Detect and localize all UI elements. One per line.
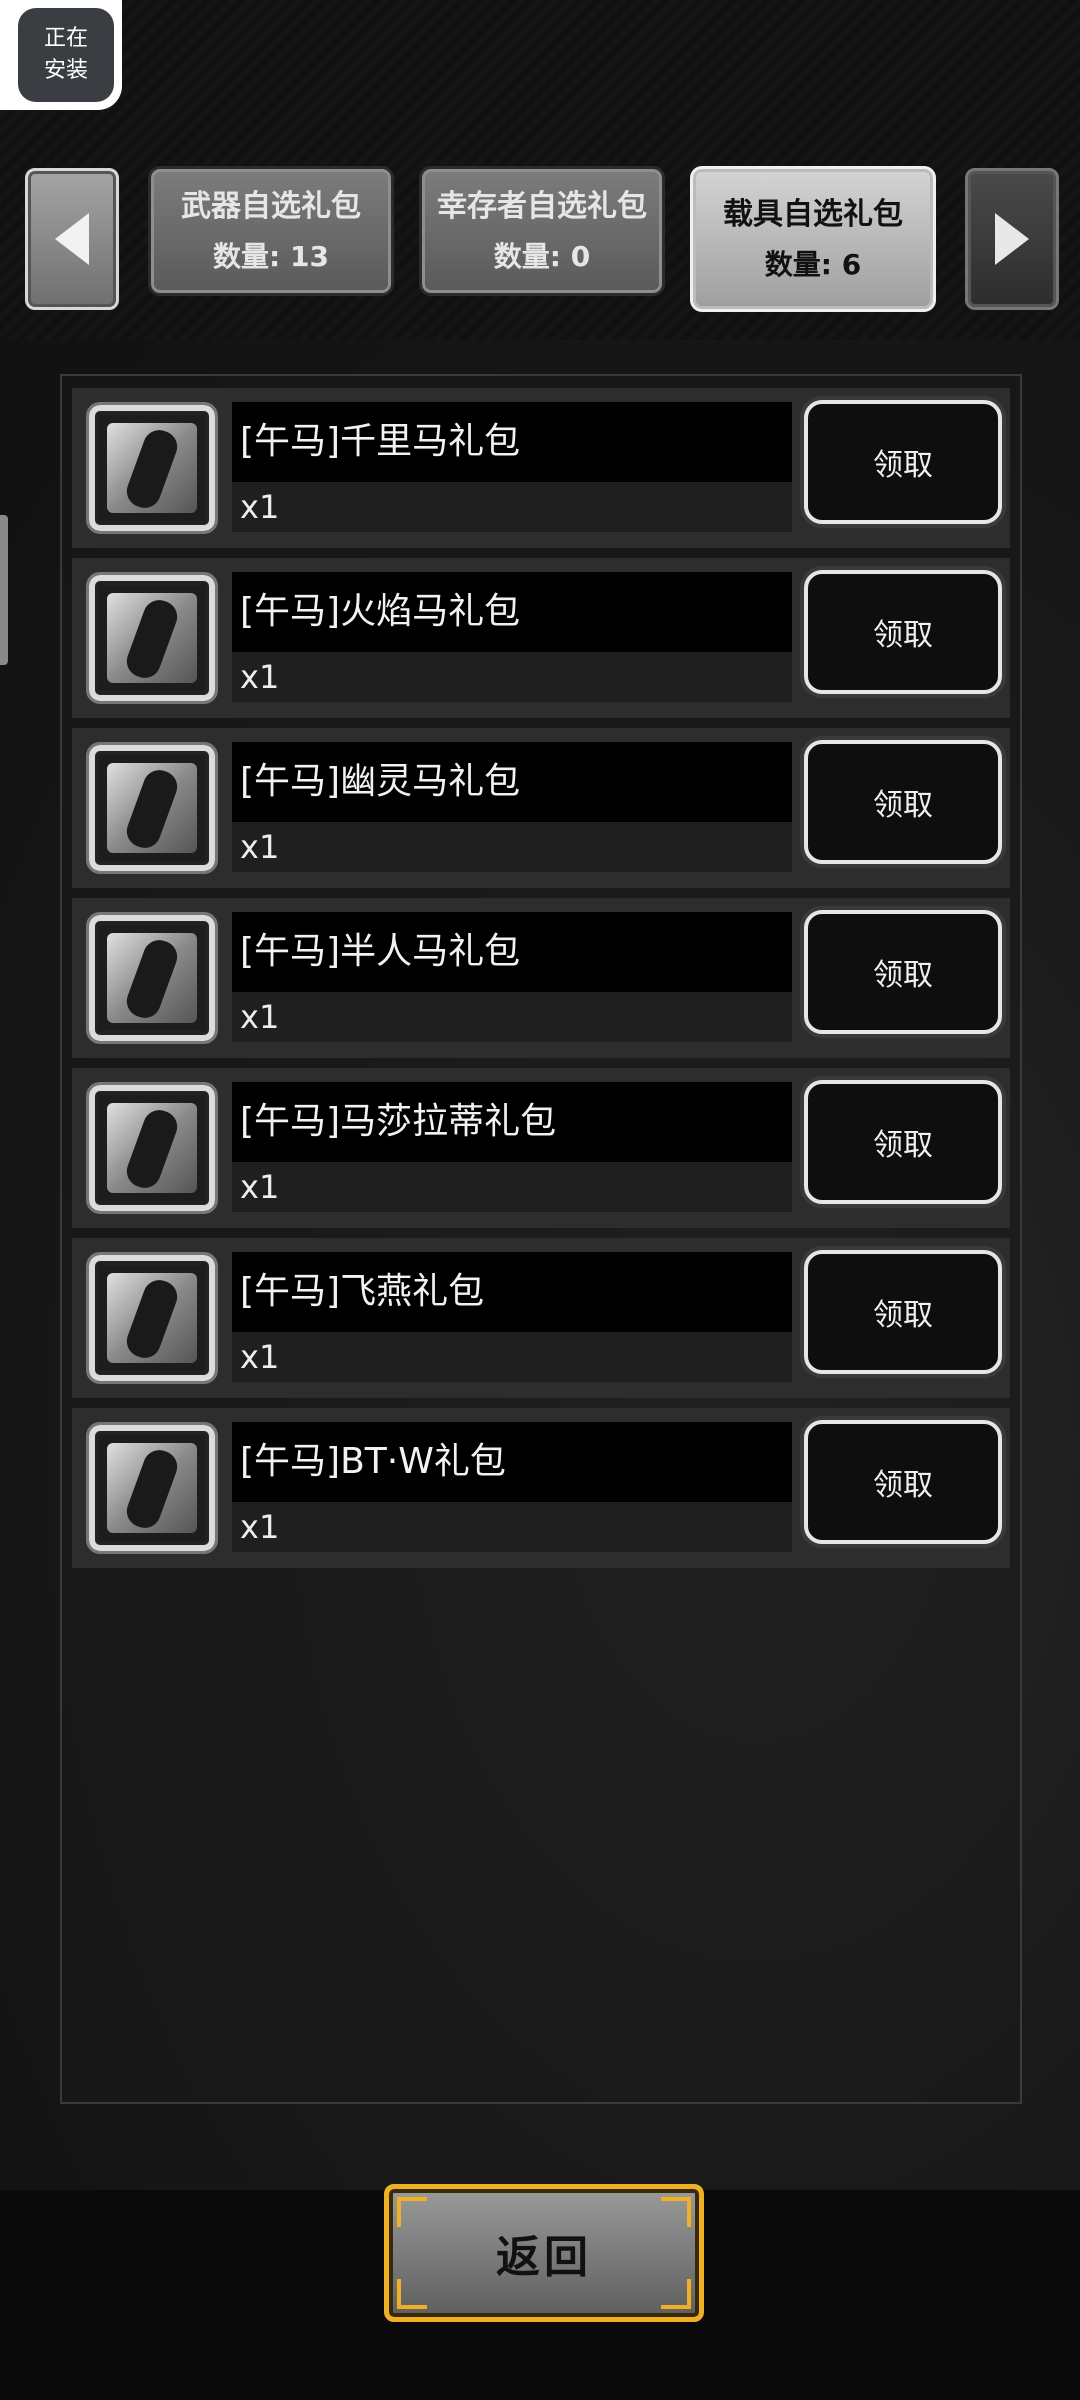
item-name-box: [午马]半人马礼包 — [232, 912, 792, 992]
item-qty-box: x1 — [232, 992, 792, 1042]
item-thumbnail — [86, 912, 218, 1044]
next-tab-button[interactable] — [965, 168, 1059, 310]
item-name-box: [午马]千里马礼包 — [232, 402, 792, 482]
install-line2: 安装 — [43, 58, 88, 83]
item-qty: x1 — [240, 658, 280, 696]
centaur-icon — [107, 933, 197, 1023]
tab-weapon-pack[interactable]: 武器自选礼包 数量: 13 — [148, 166, 394, 296]
list-item: [午马]半人马礼包 x1 领取 — [72, 898, 1010, 1058]
item-name: [午马]马莎拉蒂礼包 — [240, 1101, 557, 1142]
installing-badge[interactable]: 正在 安装 — [0, 0, 122, 110]
claim-button[interactable]: 领取 — [804, 910, 1002, 1034]
item-qty-box: x1 — [232, 1332, 792, 1382]
tab-vehicle-pack[interactable]: 载具自选礼包 数量: 6 — [690, 166, 936, 312]
item-qty-box: x1 — [232, 822, 792, 872]
item-qty-box: x1 — [232, 652, 792, 702]
item-qty-box: x1 — [232, 1502, 792, 1552]
item-thumbnail — [86, 1082, 218, 1214]
chevron-left-icon — [55, 213, 89, 265]
item-qty: x1 — [240, 828, 280, 866]
back-button-label: 返回 — [496, 2232, 592, 2283]
item-name: [午马]千里马礼包 — [240, 421, 521, 462]
claim-button[interactable]: 领取 — [804, 570, 1002, 694]
item-qty: x1 — [240, 488, 280, 526]
corner-ornament — [661, 2197, 691, 2227]
ghost-horse-icon — [107, 763, 197, 853]
claim-button[interactable]: 领取 — [804, 1420, 1002, 1544]
claim-button[interactable]: 领取 — [804, 1250, 1002, 1374]
tab-count: 数量: 6 — [764, 248, 862, 281]
item-thumbnail — [86, 1422, 218, 1554]
item-qty: x1 — [240, 1168, 280, 1206]
mech-bike-icon — [107, 1443, 197, 1533]
item-name: [午马]BT·W礼包 — [240, 1441, 506, 1482]
claim-button[interactable]: 领取 — [804, 740, 1002, 864]
sports-car-icon — [107, 1103, 197, 1193]
item-name: [午马]半人马礼包 — [240, 931, 521, 972]
tab-count: 数量: 13 — [213, 240, 329, 273]
prev-tab-button[interactable] — [25, 168, 119, 310]
item-name-box: [午马]飞燕礼包 — [232, 1252, 792, 1332]
gift-pack-list: [午马]千里马礼包 x1 领取 [午马]火焰马礼包 x1 领取 [午马]幽灵马礼… — [60, 374, 1022, 2104]
corner-ornament — [397, 2279, 427, 2309]
tab-survivor-pack[interactable]: 幸存者自选礼包 数量: 0 — [419, 166, 665, 296]
list-item: [午马]飞燕礼包 x1 领取 — [72, 1238, 1010, 1398]
item-thumbnail — [86, 572, 218, 704]
item-qty-box: x1 — [232, 482, 792, 532]
item-name-box: [午马]BT·W礼包 — [232, 1422, 792, 1502]
item-name-box: [午马]幽灵马礼包 — [232, 742, 792, 822]
list-item: [午马]BT·W礼包 x1 领取 — [72, 1408, 1010, 1568]
tab-label: 武器自选礼包 — [181, 189, 361, 224]
item-qty: x1 — [240, 998, 280, 1036]
installing-app-icon: 正在 安装 — [18, 8, 114, 102]
corner-ornament — [661, 2279, 691, 2309]
item-thumbnail — [86, 402, 218, 534]
item-name-box: [午马]火焰马礼包 — [232, 572, 792, 652]
horse-vehicle-icon — [107, 423, 197, 513]
back-button[interactable]: 返回 — [384, 2184, 704, 2322]
list-item: [午马]马莎拉蒂礼包 x1 领取 — [72, 1068, 1010, 1228]
item-qty: x1 — [240, 1508, 280, 1546]
item-thumbnail — [86, 742, 218, 874]
tab-label: 载具自选礼包 — [723, 197, 903, 232]
list-item: [午马]火焰马礼包 x1 领取 — [72, 558, 1010, 718]
item-name-box: [午马]马莎拉蒂礼包 — [232, 1082, 792, 1162]
list-item: [午马]千里马礼包 x1 领取 — [72, 388, 1010, 548]
item-thumbnail — [86, 1252, 218, 1384]
item-qty-box: x1 — [232, 1162, 792, 1212]
item-name: [午马]幽灵马礼包 — [240, 761, 521, 802]
motorbike-icon — [107, 1273, 197, 1363]
tab-count: 数量: 0 — [493, 240, 591, 273]
item-name: [午马]火焰马礼包 — [240, 591, 521, 632]
flame-horse-icon — [107, 593, 197, 683]
install-line1: 正在 — [43, 26, 88, 51]
list-item: [午马]幽灵马礼包 x1 领取 — [72, 728, 1010, 888]
claim-button[interactable]: 领取 — [804, 400, 1002, 524]
item-name: [午马]飞燕礼包 — [240, 1271, 485, 1312]
item-qty: x1 — [240, 1338, 280, 1376]
tab-label: 幸存者自选礼包 — [437, 189, 647, 224]
corner-ornament — [397, 2197, 427, 2227]
chevron-right-icon — [995, 213, 1029, 265]
claim-button[interactable]: 领取 — [804, 1080, 1002, 1204]
edge-scroll-handle[interactable] — [0, 515, 8, 665]
